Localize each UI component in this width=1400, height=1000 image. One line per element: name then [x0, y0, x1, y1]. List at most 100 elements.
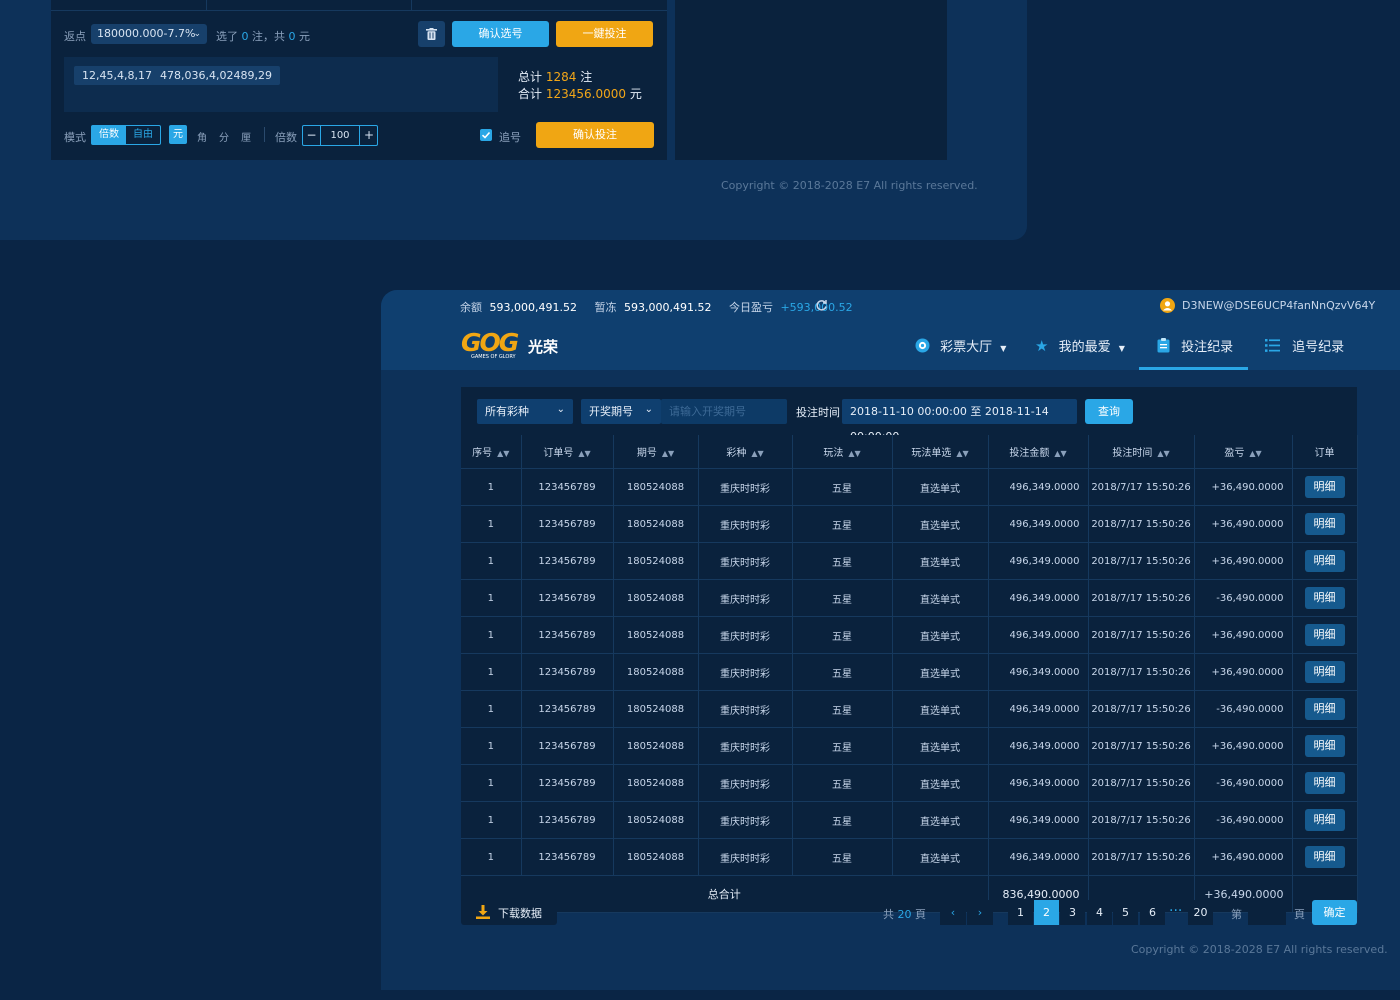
cell-no: 1	[461, 468, 522, 506]
confirm-bet-button[interactable]: 确认投注	[536, 122, 654, 148]
number-chip[interactable]: 12,45,4,8,17	[74, 66, 160, 85]
cell-sub: 直选单式	[892, 542, 989, 580]
minus-icon[interactable]: −	[303, 126, 321, 145]
cell-amount: 496,349.0000	[988, 468, 1089, 506]
column-header[interactable]: 投注金额 ▲▼	[988, 435, 1089, 469]
copyright-top: Copyright © 2018-2028 E7 All rights rese…	[721, 179, 978, 192]
nav-favorites[interactable]: ★ 我的最爱 ▼	[1035, 336, 1125, 355]
nav-chase-records[interactable]: 追号纪录	[1265, 336, 1344, 355]
sort-icon[interactable]: ▲▼	[497, 449, 509, 458]
sort-icon[interactable]: ▲▼	[578, 449, 590, 458]
detail-button[interactable]: 明细	[1304, 735, 1345, 757]
detail-button[interactable]: 明细	[1304, 550, 1345, 572]
sort-icon[interactable]: ▲▼	[1249, 449, 1261, 458]
column-header[interactable]: 彩种 ▲▼	[698, 435, 793, 469]
column-header[interactable]: 期号 ▲▼	[613, 435, 699, 469]
page-button[interactable]: 1	[1008, 900, 1033, 925]
logo[interactable]: GOG 光荣 GAMES OF GLORY	[461, 328, 561, 360]
cell-play: 五星	[792, 653, 893, 691]
cell-no: 1	[461, 505, 522, 543]
detail-button[interactable]: 明细	[1304, 846, 1345, 868]
download-icon	[476, 905, 490, 919]
column-header[interactable]: 序号 ▲▼	[461, 435, 522, 469]
delete-button[interactable]	[418, 21, 445, 47]
unit-yuan[interactable]: 元	[169, 125, 187, 144]
mode-option-multiple[interactable]: 倍数	[92, 126, 126, 144]
records-table: 序号 ▲▼ 订单号 ▲▼ 期号 ▲▼ 彩种 ▲▼ 玩法 ▲▼ 玩法单选 ▲▼ 投注金额 ▲▼ …	[461, 435, 1358, 913]
page-button[interactable]: 3	[1060, 900, 1085, 925]
issue-select[interactable]: 开奖期号 ⌄	[581, 399, 661, 424]
sort-icon[interactable]: ▲▼	[662, 449, 674, 458]
sort-icon[interactable]: ▲▼	[1157, 449, 1169, 458]
issue-input[interactable]: 请输入开奖期号	[661, 399, 787, 424]
detail-button[interactable]: 明细	[1304, 587, 1345, 609]
cell-lottery: 重庆时时彩	[698, 579, 793, 617]
cell-lottery: 重庆时时彩	[698, 801, 793, 839]
column-header[interactable]: 玩法 ▲▼	[792, 435, 893, 469]
confirm-select-button[interactable]: 确认选号	[452, 21, 549, 47]
detail-button[interactable]: 明细	[1304, 476, 1345, 498]
mode-option-free[interactable]: 自由	[126, 126, 160, 144]
cell-order: 123456789	[521, 653, 614, 691]
column-header[interactable]: 盈亏 ▲▼	[1194, 435, 1293, 469]
goto-page-input[interactable]	[1248, 900, 1286, 925]
sum-unit: 元	[629, 87, 642, 101]
unit-jiao[interactable]: 角	[197, 129, 207, 144]
plus-icon[interactable]: +	[359, 126, 378, 145]
detail-button[interactable]: 明细	[1304, 513, 1345, 535]
sort-icon[interactable]: ▲▼	[956, 449, 968, 458]
cell-sub: 直选单式	[892, 801, 989, 839]
cell-time: 2018/7/17 15:50:26	[1088, 727, 1195, 765]
prev-page-button[interactable]: ‹	[940, 900, 966, 925]
time-range-input[interactable]: 2018-11-10 00:00:00 至 2018-11-14 00:00:0…	[842, 399, 1077, 443]
next-page-button[interactable]: ›	[967, 900, 993, 925]
cell-pl: +36,490.0000	[1194, 505, 1293, 543]
cell-issue: 180524088	[613, 468, 699, 506]
avatar[interactable]	[1160, 298, 1175, 313]
page-button-active[interactable]: 2	[1034, 900, 1059, 925]
nav-bet-records[interactable]: 投注纪录	[1157, 336, 1233, 355]
download-button[interactable]: 下载数据	[461, 899, 557, 925]
column-header[interactable]: 投注时间 ▲▼	[1088, 435, 1195, 469]
page-button[interactable]: 6	[1140, 900, 1165, 925]
column-header[interactable]: 订单号 ▲▼	[521, 435, 614, 469]
unit-fen[interactable]: 分	[219, 129, 229, 144]
sort-icon[interactable]: ▲▼	[848, 449, 860, 458]
detail-button[interactable]: 明细	[1304, 624, 1345, 646]
chase-checkbox[interactable]	[480, 129, 492, 141]
refresh-icon[interactable]	[815, 299, 828, 312]
page-button[interactable]: 5	[1113, 900, 1138, 925]
detail-button[interactable]: 明细	[1304, 809, 1345, 831]
cell-no: 1	[461, 616, 522, 654]
page-button[interactable]: 4	[1087, 900, 1112, 925]
username[interactable]: D3NEW@DSE6UCP4fanNnQzvV64Y	[1182, 299, 1375, 312]
nav-lottery-hall[interactable]: 彩票大厅 ▼	[915, 336, 1006, 355]
multiplier-stepper: − 100 +	[302, 125, 378, 146]
cell-issue: 180524088	[613, 542, 699, 580]
detail-button[interactable]: 明细	[1304, 698, 1345, 720]
sort-icon[interactable]: ▲▼	[1054, 449, 1066, 458]
selected-amount: 0	[288, 30, 296, 43]
quick-bet-button[interactable]: 一鍵投注	[556, 21, 653, 47]
sort-icon[interactable]: ▲▼	[751, 449, 763, 458]
lottery-select-value: 所有彩种	[485, 405, 529, 418]
rebate-select[interactable]: 180000.000-7.7% ⌄	[91, 24, 207, 44]
cell-detail: 明细	[1292, 764, 1358, 802]
detail-button[interactable]: 明细	[1304, 772, 1345, 794]
cell-sub: 直选单式	[892, 616, 989, 654]
column-label: 彩种	[726, 448, 747, 459]
cell-pl: +36,490.0000	[1194, 838, 1293, 876]
goto-confirm-button[interactable]: 确定	[1312, 900, 1357, 925]
mode-label: 模式	[64, 131, 86, 144]
lottery-select[interactable]: 所有彩种 ⌄	[477, 399, 573, 424]
number-chip[interactable]: 478,036,4,02489,29	[152, 66, 280, 85]
page-button[interactable]: 20	[1188, 900, 1213, 925]
detail-button[interactable]: 明细	[1304, 661, 1345, 683]
column-header[interactable]: 玩法单选 ▲▼	[892, 435, 989, 469]
search-button[interactable]: 查询	[1085, 399, 1133, 424]
cell-time: 2018/7/17 15:50:26	[1088, 764, 1195, 802]
multiplier-input[interactable]: 100	[321, 126, 359, 145]
cell-pl: -36,490.0000	[1194, 690, 1293, 728]
unit-li[interactable]: 厘	[241, 129, 251, 144]
balance-label: 余额	[460, 301, 482, 314]
